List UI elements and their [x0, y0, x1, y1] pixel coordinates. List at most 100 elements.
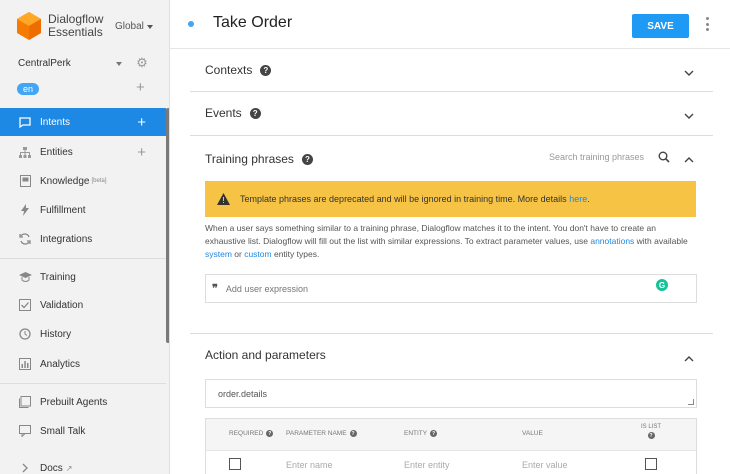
speech-bubble-icon — [18, 424, 32, 438]
section-divider — [190, 91, 713, 92]
entity-input[interactable]: Enter entity — [404, 460, 450, 470]
agent-selector[interactable]: CentralPerk ⚙ — [18, 56, 153, 70]
chevron-up-icon[interactable] — [684, 354, 694, 364]
quote-icon: ❞ — [212, 282, 218, 295]
sidebar-item-label: Intents — [40, 116, 71, 128]
action-name-value: order.details — [218, 389, 268, 399]
help-icon[interactable]: ? — [647, 432, 655, 439]
sidebar-item-prebuilt-agents[interactable]: Prebuilt Agents — [0, 388, 166, 416]
sidebar-item-validation[interactable]: Validation — [0, 291, 166, 319]
help-icon[interactable]: ? — [266, 430, 274, 437]
sidebar-divider — [0, 383, 166, 384]
more-options-icon[interactable] — [705, 17, 709, 31]
sidebar-item-label: Validation — [40, 299, 84, 311]
region-selector[interactable]: Global — [115, 21, 153, 32]
chevron-up-icon[interactable] — [684, 155, 694, 165]
help-icon[interactable]: ? — [349, 430, 357, 437]
training-phrases-section-header[interactable]: Training phrases ? — [205, 152, 313, 166]
custom-link[interactable]: custom — [244, 249, 271, 259]
sidebar-item-fulfillment[interactable]: Fulfillment — [0, 196, 166, 224]
help-icon[interactable]: ? — [249, 107, 261, 119]
header-divider — [170, 48, 730, 49]
agent-name: CentralPerk — [18, 58, 71, 69]
parameter-name-input[interactable]: Enter name — [286, 460, 333, 470]
sidebar-item-label: Small Talk — [40, 425, 86, 437]
brand-name: Dialogflow Essentials — [48, 12, 104, 39]
section-title: Contexts — [205, 63, 253, 77]
bolt-icon — [18, 203, 32, 217]
sidebar-item-label: History — [40, 328, 72, 340]
sidebar-item-knowledge[interactable]: Knowledge [beta] — [0, 167, 166, 195]
help-icon[interactable]: ? — [260, 64, 272, 76]
sync-icon — [18, 232, 32, 246]
chat-icon — [18, 115, 32, 129]
page-title[interactable]: Take Order — [213, 14, 292, 32]
user-expression-input[interactable] — [225, 283, 626, 294]
help-icon[interactable]: ? — [301, 153, 313, 165]
sidebar-item-integrations[interactable]: Integrations — [0, 225, 166, 253]
caret-down-icon — [146, 24, 153, 29]
deprecation-warning: Template phrases are deprecated and will… — [205, 181, 696, 217]
add-intent-icon[interactable]: + — [137, 115, 146, 130]
brand[interactable]: Dialogflow Essentials — [17, 12, 103, 40]
required-checkbox[interactable] — [229, 458, 241, 470]
sidebar-item-small-talk[interactable]: Small Talk — [0, 417, 166, 445]
chevron-down-icon[interactable] — [684, 68, 694, 78]
help-icon[interactable]: ? — [430, 430, 438, 437]
sidebar-item-docs[interactable]: Docs ↗ — [0, 454, 166, 474]
section-title: Action and parameters — [205, 348, 326, 362]
resize-handle-icon[interactable] — [688, 399, 694, 405]
search-icon[interactable] — [658, 151, 670, 163]
sidebar-item-intents[interactable]: Intents + — [0, 108, 166, 136]
value-input[interactable]: Enter value — [522, 460, 568, 470]
book-stack-icon — [18, 395, 32, 409]
sidebar-divider — [0, 258, 166, 259]
search-training-phrases-input[interactable]: Search training phrases — [549, 152, 659, 162]
sidebar-item-entities[interactable]: Entities + — [0, 138, 166, 166]
parameters-table-header: REQUIRED? PARAMETER NAME? ENTITY? VALUE … — [206, 419, 696, 451]
annotations-link[interactable]: annotations — [590, 236, 634, 246]
action-name-input[interactable]: order.details — [205, 379, 697, 408]
language-badge[interactable]: en — [17, 83, 40, 95]
sidebar-item-label: Entities — [40, 146, 73, 158]
sidebar: Dialogflow Essentials Global CentralPerk… — [0, 0, 170, 474]
chevron-right-icon — [18, 461, 32, 474]
add-language-icon[interactable]: + — [136, 80, 145, 95]
sidebar-item-label: Fulfillment — [40, 204, 86, 216]
is-list-checkbox[interactable] — [645, 458, 657, 470]
sidebar-item-label: Analytics — [40, 358, 81, 370]
section-divider — [190, 135, 713, 136]
sidebar-item-label: Knowledge — [40, 175, 90, 187]
beta-badge: [beta] — [91, 178, 107, 184]
system-link[interactable]: system — [205, 249, 232, 259]
bar-chart-icon — [18, 357, 32, 371]
sidebar-scrollbar[interactable] — [166, 108, 169, 343]
column-required: REQUIRED? — [229, 430, 274, 437]
sidebar-item-history[interactable]: History — [0, 320, 166, 348]
add-entity-icon[interactable]: + — [137, 145, 146, 160]
sidebar-item-training[interactable]: Training — [0, 263, 166, 291]
user-expression-field[interactable]: ❞ — [205, 274, 697, 303]
contexts-section-header[interactable]: Contexts ? — [205, 63, 272, 77]
gear-icon[interactable]: ⚙ — [135, 56, 149, 70]
save-button[interactable]: SAVE — [632, 14, 689, 38]
warning-icon — [217, 193, 230, 205]
more-details-link[interactable]: here — [569, 194, 587, 204]
action-parameters-section-header[interactable]: Action and parameters — [205, 348, 326, 362]
section-title: Training phrases — [205, 152, 294, 166]
sidebar-item-label: Training — [40, 271, 76, 283]
intent-status-dot — [188, 21, 194, 27]
chevron-down-icon[interactable] — [684, 111, 694, 121]
section-title: Events — [205, 106, 242, 120]
warning-text: Template phrases are deprecated and will… — [240, 194, 590, 204]
sidebar-item-analytics[interactable]: Analytics — [0, 350, 166, 378]
events-section-header[interactable]: Events ? — [205, 106, 261, 120]
column-parameter-name: PARAMETER NAME? — [286, 430, 357, 437]
column-value: VALUE — [522, 430, 543, 437]
dialogflow-logo-icon — [17, 12, 41, 40]
graduation-cap-icon — [18, 270, 32, 284]
sidebar-item-label: Docs — [40, 462, 63, 474]
caret-down-icon — [116, 62, 122, 66]
training-phrases-description: When a user says something similar to a … — [205, 223, 688, 259]
grammarly-icon[interactable]: G — [656, 279, 668, 291]
